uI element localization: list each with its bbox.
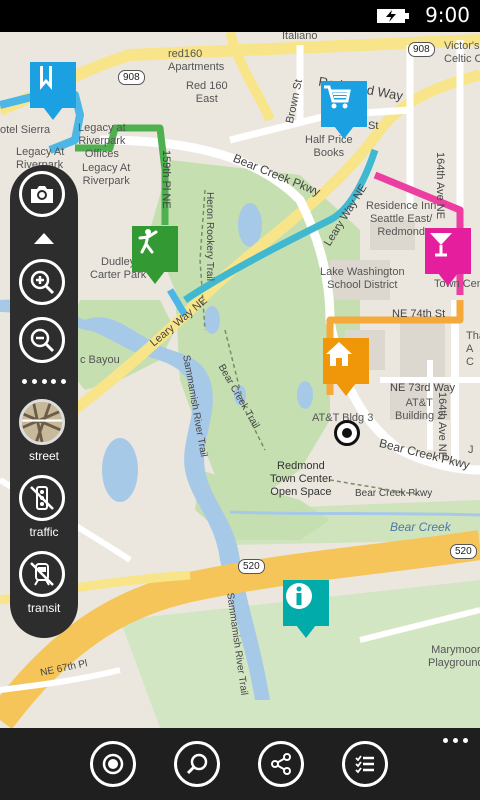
search-icon: [186, 753, 208, 775]
search-button[interactable]: [174, 741, 220, 787]
sidebar-dots: [22, 379, 66, 385]
battery-charging-icon: [377, 9, 409, 23]
map-label-italiano: Italiano: [282, 32, 318, 42]
traffic-button[interactable]: [19, 475, 65, 521]
cocktail-icon: [430, 233, 452, 257]
map-label-redmond-town-center: Redmond Town Center Open Space: [270, 460, 332, 498]
info-icon: [286, 583, 312, 609]
map-label-red160-east: Red 160 East: [186, 80, 228, 105]
transit-button[interactable]: [19, 551, 65, 597]
map-label-st: St: [368, 120, 379, 132]
route-shield-908: 908: [118, 70, 145, 85]
zoom-out-icon: [30, 328, 55, 353]
bookmark-pin[interactable]: [30, 62, 76, 120]
camera-button[interactable]: [19, 171, 65, 217]
map-label-red160: red160 Apartments: [168, 48, 225, 73]
zoom-in-icon: [30, 270, 55, 295]
status-bar: 9:00: [0, 0, 480, 32]
map-label-victors: Victor's Celtic C: [444, 40, 480, 65]
bookmark-icon: [40, 66, 52, 90]
map-label-lake-washington: Lake Washington School District: [320, 266, 405, 291]
street-view-button[interactable]: [19, 399, 65, 445]
map-label-bayou: c Bayou: [80, 354, 120, 366]
transit-icon: [30, 562, 54, 586]
shopping-pin[interactable]: [321, 81, 367, 139]
map-label-ne-74th: NE 74th St: [392, 308, 446, 320]
locate-icon: [102, 753, 124, 775]
map-label-heron-rookery: Heron Rookery Trail: [204, 192, 215, 281]
map-label-legacy-offices: Legacy at Riverpark Offices: [78, 122, 126, 160]
route-shield-520-b: 520: [238, 559, 265, 574]
golf-icon: [138, 229, 158, 254]
map-sidebar: street traffic transit: [10, 165, 78, 638]
shopping-cart-icon: [324, 85, 351, 109]
traffic-light-icon: [30, 486, 54, 510]
more-icon[interactable]: [443, 738, 468, 743]
map-label-bear-creek: Bear Creek: [390, 520, 451, 534]
camera-icon: [31, 186, 53, 203]
share-icon: [271, 753, 291, 775]
zoom-in-button[interactable]: [19, 259, 65, 305]
map-label-marymoor: Marymoor Playground: [428, 644, 480, 669]
home-pin[interactable]: [323, 338, 369, 396]
map-label-j: J: [468, 444, 474, 456]
street-label: street: [28, 449, 59, 463]
transit-label: transit: [27, 601, 61, 615]
share-button[interactable]: [258, 741, 304, 787]
map-label-legacy-riverpark-2: Legacy At Riverpark: [82, 162, 131, 187]
traffic-label: traffic: [29, 525, 59, 539]
map-label-right-fragments: Tha A C: [466, 330, 480, 368]
list-icon: [355, 755, 374, 774]
info-pin[interactable]: [283, 580, 329, 638]
route-shield-908-b: 908: [408, 42, 435, 57]
bar-pin[interactable]: [425, 228, 471, 286]
map-label-bear-creek-pkwy-small: Bear Creek Pkwy: [355, 488, 433, 499]
golf-pin[interactable]: [132, 226, 178, 284]
clock: 9:00: [425, 3, 470, 27]
street-map-icon: [22, 402, 62, 442]
app-bar: [0, 728, 480, 800]
directions-list-button[interactable]: [342, 741, 388, 787]
home-icon: [326, 342, 352, 366]
map-label-hotel-sierra: otel Sierra: [0, 124, 51, 136]
locate-me-button[interactable]: [90, 741, 136, 787]
zoom-out-button[interactable]: [19, 317, 65, 363]
map-label-159th: 159th Pl NE: [160, 150, 172, 209]
route-shield-520: 520: [450, 544, 477, 559]
current-location-marker: [334, 420, 360, 446]
collapse-arrow-icon[interactable]: [34, 233, 54, 244]
